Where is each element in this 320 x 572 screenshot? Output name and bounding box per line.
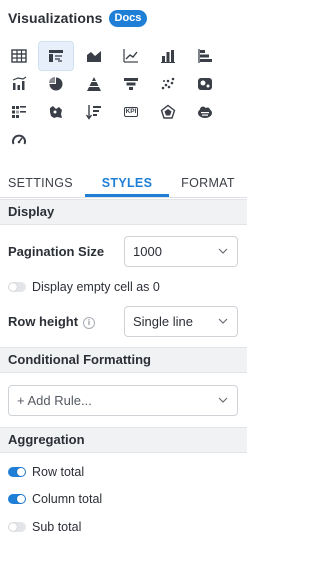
empty-cell-toggle-row: Display empty cell as 0	[8, 280, 160, 294]
kpi-icon: KPI	[123, 107, 139, 117]
viz-type-button-combo-chart[interactable]	[2, 70, 36, 98]
viz-type-button-bubble-map[interactable]	[188, 70, 222, 98]
tab-styles[interactable]: STYLES	[85, 171, 169, 197]
viz-type-button-column-chart[interactable]	[151, 42, 185, 70]
bubble-map-icon	[197, 76, 213, 92]
row-height-select[interactable]: Single line	[124, 306, 238, 337]
column-total-toggle-row: Column total	[8, 492, 102, 506]
aggregation-heading: Aggregation	[0, 427, 247, 453]
docs-badge[interactable]: Docs	[108, 9, 148, 27]
info-icon[interactable]: i	[83, 317, 96, 329]
add-rule-select[interactable]: + Add Rule...	[8, 385, 238, 416]
bar-chart-icon	[197, 48, 213, 64]
row-total-toggle-row: Row total	[8, 465, 84, 479]
row-total-toggle[interactable]	[8, 467, 26, 477]
viz-type-button-pie-chart[interactable]	[39, 70, 73, 98]
viz-type-button-pivot-table[interactable]	[38, 41, 74, 71]
tab-bar: SETTINGS STYLES FORMAT	[0, 171, 247, 198]
viz-type-button-radar-chart[interactable]	[151, 98, 185, 126]
viz-type-button-map[interactable]	[39, 98, 73, 126]
empty-cell-label: Display empty cell as 0	[32, 280, 160, 294]
combo-chart-icon	[11, 76, 27, 92]
column-total-toggle[interactable]	[8, 494, 26, 504]
viz-type-button-pyramid-chart[interactable]	[77, 70, 111, 98]
line-chart-icon	[123, 48, 139, 64]
radar-chart-icon	[160, 104, 176, 120]
sub-total-toggle[interactable]	[8, 522, 26, 532]
pie-chart-icon	[48, 76, 64, 92]
viz-type-button-word-cloud[interactable]	[188, 98, 222, 126]
display-section-heading: Display	[0, 199, 247, 225]
viz-type-button-sort-bars[interactable]	[77, 98, 111, 126]
sort-bars-icon	[86, 104, 102, 120]
table-icon	[11, 48, 27, 64]
pagination-size-select[interactable]: 1000	[124, 236, 238, 267]
viz-type-button-table[interactable]	[2, 42, 36, 70]
viz-type-button-kpi[interactable]: KPI	[114, 98, 148, 126]
viz-type-button-gauge[interactable]	[2, 126, 36, 154]
area-chart-icon	[86, 48, 102, 64]
row-total-label: Row total	[32, 465, 85, 479]
pivot-table-icon	[48, 48, 64, 64]
sub-total-label: Sub total	[32, 520, 82, 534]
pyramid-chart-icon	[86, 76, 102, 92]
heatmap-icon	[11, 104, 27, 120]
scatter-chart-icon	[160, 76, 176, 92]
chevron-down-icon	[218, 318, 228, 324]
viz-type-button-line-chart[interactable]	[114, 42, 148, 70]
conditional-formatting-heading: Conditional Formatting	[0, 347, 247, 373]
funnel-chart-icon	[123, 76, 139, 92]
row-height-label-wrap: Row height i	[8, 314, 96, 329]
column-total-label: Column total	[32, 492, 103, 506]
viz-type-button-area-chart[interactable]	[77, 42, 111, 70]
add-rule-label: + Add Rule...	[17, 393, 92, 408]
pagination-size-label: Pagination Size	[8, 244, 105, 259]
viz-type-button-scatter-chart[interactable]	[151, 70, 185, 98]
viz-type-button-bar-chart[interactable]	[188, 42, 222, 70]
pagination-size-value: 1000	[133, 244, 162, 259]
tab-settings[interactable]: SETTINGS	[0, 171, 85, 197]
chevron-down-icon	[218, 397, 228, 403]
word-cloud-icon	[197, 104, 213, 120]
column-chart-icon	[160, 48, 176, 64]
gauge-icon	[11, 132, 27, 148]
tab-format[interactable]: FORMAT	[169, 171, 247, 197]
viz-type-button-funnel-chart[interactable]	[114, 70, 148, 98]
sub-total-toggle-row: Sub total	[8, 520, 81, 534]
empty-cell-toggle[interactable]	[8, 282, 26, 292]
row-height-value: Single line	[133, 314, 193, 329]
viz-type-button-heatmap[interactable]	[2, 98, 36, 126]
row-height-label: Row height	[8, 314, 79, 329]
chevron-down-icon	[218, 248, 228, 254]
panel-header: Visualizations Docs	[8, 8, 148, 28]
map-icon	[48, 104, 64, 120]
panel-title: Visualizations	[8, 10, 103, 26]
